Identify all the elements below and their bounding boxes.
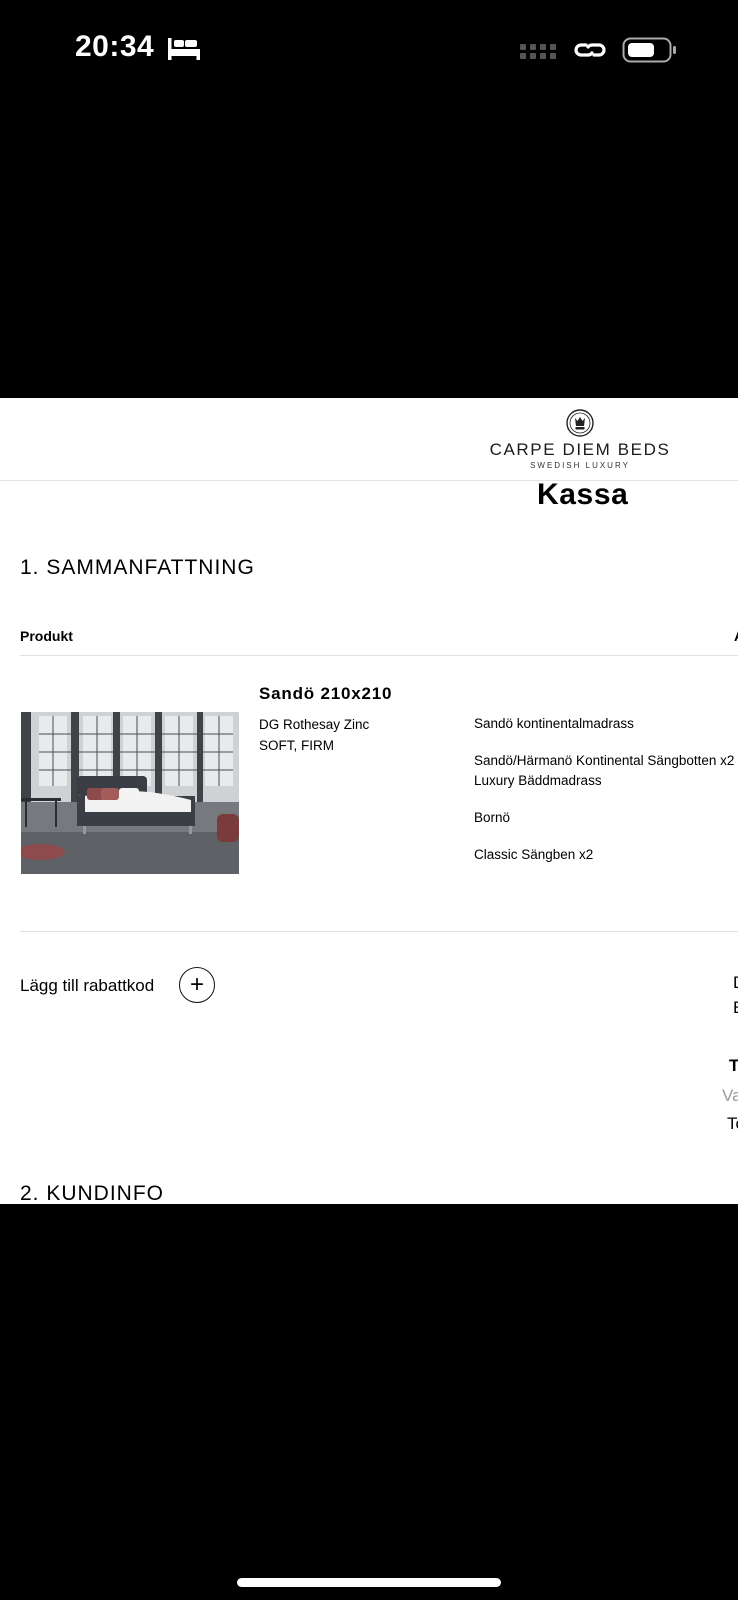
add-discount-code-button[interactable]: + [179, 967, 215, 1003]
logo-tagline: SWEDISH LUXURY [530, 461, 630, 470]
battery-icon [622, 37, 676, 63]
cellular-signal-icon [520, 44, 556, 59]
list-item: Luxury Bäddmadrass [474, 773, 602, 788]
component-list: Sandö kontinentalmadrass Sandö/Härmanö K… [474, 714, 738, 882]
discount-code-label[interactable]: Lägg till rabattkod [20, 976, 154, 996]
crest-icon [566, 409, 594, 437]
list-item: Sandö kontinentalmadrass [474, 716, 634, 731]
link-icon [574, 43, 606, 57]
right-column-header-partial: A [734, 628, 738, 644]
brand-logo[interactable]: CARPE DIEM BEDS SWEDISH LUXURY [478, 408, 682, 470]
product-column-header: Produkt [20, 628, 73, 644]
site-header: CARPE DIEM BEDS SWEDISH LUXURY [0, 398, 738, 481]
product-variant: DG Rothesay Zinc SOFT, FIRM [259, 714, 369, 756]
order-summary-partial-text: To [727, 1114, 738, 1133]
bed-icon [168, 38, 200, 60]
variant-fabric: DG Rothesay Zinc [259, 717, 370, 732]
home-indicator[interactable] [237, 1578, 501, 1587]
list-item: Classic Sängben x2 [474, 847, 594, 862]
list-item: Bornö [474, 810, 511, 825]
product-image[interactable] [21, 712, 239, 874]
checkout-page: CARPE DIEM BEDS SWEDISH LUXURY Kassa 1. … [0, 398, 738, 1204]
divider [20, 655, 738, 656]
logo-name: CARPE DIEM BEDS [489, 440, 671, 459]
divider [20, 931, 738, 932]
customer-info-section-title: 2. KUNDINFO [20, 1182, 165, 1204]
order-summary-partial-text: D [733, 973, 738, 993]
product-name[interactable]: Sandö 210x210 [259, 684, 392, 704]
status-time: 20:34 [75, 30, 155, 63]
plus-icon: + [189, 971, 204, 998]
list-item: Sandö/Härmanö Kontinental Sängbotten x2 [474, 753, 735, 768]
status-bar: 20:34 [0, 0, 738, 100]
order-summary-partial-text: T [729, 1056, 738, 1075]
variant-firmness: SOFT, FIRM [259, 738, 334, 753]
order-summary-partial-text: Va [722, 1086, 738, 1105]
order-summary-partial-text: E [733, 998, 738, 1018]
summary-section-title: 1. SAMMANFATTNING [20, 556, 255, 579]
page-title: Kassa [537, 478, 629, 511]
